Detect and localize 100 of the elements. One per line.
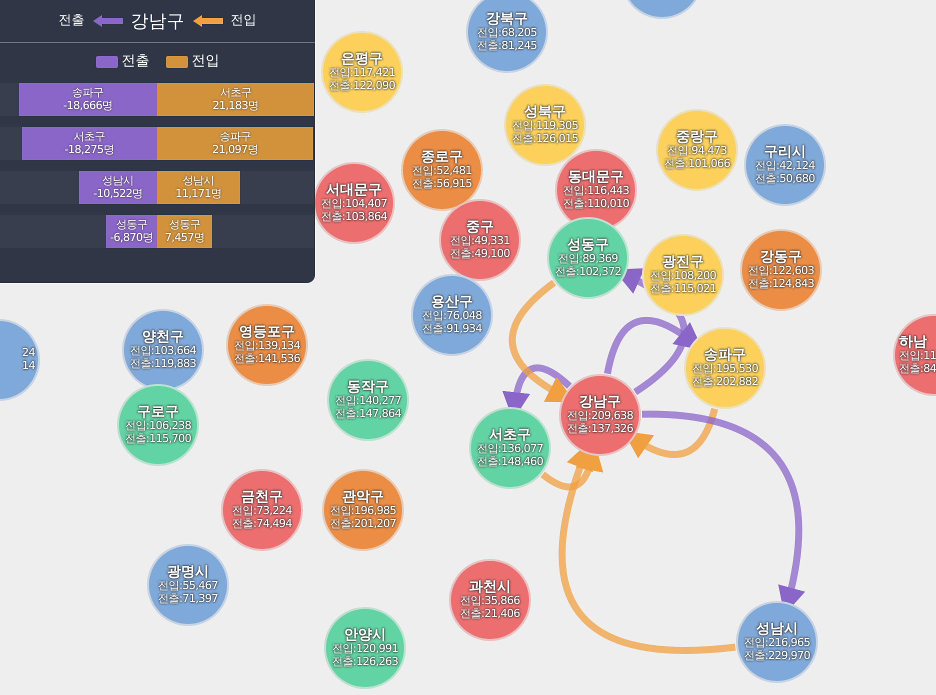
district-name: 안양시 <box>344 627 386 644</box>
district-name: 성동구 <box>567 237 609 254</box>
stat-text: 전출:91,934 <box>422 323 482 336</box>
stat-text: 전입:136,077 <box>476 443 544 456</box>
stat-text: 전입:116,443 <box>562 185 630 198</box>
stat-text: 전입:35,866 <box>460 595 520 608</box>
stat-text: 전출:71,397 <box>158 593 218 606</box>
stat-text: 전출:119,883 <box>130 358 196 371</box>
stat-text: 전출:21,406 <box>460 608 520 621</box>
stat-text: 전입:120,991 <box>332 643 398 656</box>
inflow-bar: 송파구 21,097명 <box>157 127 314 160</box>
stat-text: 전출:84 <box>899 363 936 376</box>
district-name: 동작구 <box>347 379 389 396</box>
outflow-bar: 송파구 -18,666명 <box>18 83 157 116</box>
arrow-icon <box>192 15 222 27</box>
stat-text: 전출:74,494 <box>232 518 292 531</box>
stat-text: 전입:73,224 <box>232 505 292 518</box>
stat-text: 전출:126,263 <box>332 656 398 669</box>
district-name: 강동구 <box>760 249 802 266</box>
flow-label: 전출 <box>58 12 84 30</box>
district-name: 구리시 <box>764 144 806 160</box>
stat-text: 전입:104,407 <box>320 198 388 212</box>
stat-text: 전입:196,985 <box>330 505 396 518</box>
stat-text: 전입:55,467 <box>158 580 218 594</box>
district-name: 종로구 <box>421 149 463 166</box>
district-name: 용산구 <box>431 294 473 310</box>
district-name: 중구 <box>466 219 494 236</box>
stat-text: 전입:103,664 <box>130 345 196 358</box>
district-name: 강북구 <box>486 11 528 28</box>
district-name: 과천시 <box>469 579 511 596</box>
stat-text: 전입:117,421 <box>328 67 396 80</box>
stat-text: 전출:103,864 <box>320 211 388 224</box>
inflow-bar: 서초구 21,183명 <box>157 83 314 116</box>
stat-text: 전입:68,205 <box>477 27 537 40</box>
district-name: 구로구 <box>137 404 179 420</box>
arrow-icon <box>92 15 122 27</box>
stat-text: 전출:148,460 <box>476 456 544 469</box>
stat-text: 전출:101,066 <box>664 158 730 171</box>
stat-text: 전출:56,915 <box>412 178 472 191</box>
stat-text: 전출:115,700 <box>124 433 192 446</box>
flow-label: 전입 <box>230 12 256 30</box>
district-name: 성남시 <box>756 621 798 638</box>
stat-text: 전입:195,530 <box>692 363 758 376</box>
district-name: 영등포구 <box>239 324 295 340</box>
stat-text: 전출:50,680 <box>755 173 815 186</box>
district-name: 광진구 <box>662 254 704 270</box>
stat-text: 전출:81,245 <box>477 40 537 53</box>
stat-text: 전입:11 <box>899 350 936 364</box>
stat-text: 전출:124,843 <box>748 278 814 291</box>
stat-text: 전입:209,638 <box>566 410 634 424</box>
stat-text: 전출:147,864 <box>334 408 402 421</box>
stat-text: 전입:76,048 <box>422 310 482 324</box>
stat-text: 전입:52,481 <box>412 165 472 178</box>
district-name: 중랑구 <box>676 129 718 146</box>
district-title: 강남구 <box>130 10 184 34</box>
district-name: 서대문구 <box>326 182 382 198</box>
district-name: 송파구 <box>704 347 746 364</box>
stat-text: 24 <box>22 347 35 360</box>
district-name: 하남 <box>899 334 927 350</box>
district-name: 성북구 <box>524 104 566 120</box>
district-name: 동대문구 <box>568 169 624 186</box>
stat-text: 전출:49,100 <box>450 248 510 261</box>
district-name: 관악구 <box>342 489 384 506</box>
stat-text: 14 <box>22 360 35 373</box>
stat-text: 전입:106,238 <box>124 420 192 434</box>
district-name: 금천구 <box>241 489 283 506</box>
stat-text: 전입:89,369 <box>558 253 618 266</box>
district-name: 강남구 <box>579 394 621 410</box>
stat-text: 전출:126,015 <box>512 133 578 146</box>
inflow-bar: 성동구 7,457명 <box>157 215 212 248</box>
district-name: 서초구 <box>489 427 531 444</box>
inflow-bar: 성남시 11,171명 <box>157 171 240 204</box>
district-name: 은평구 <box>341 51 383 68</box>
stat-text: 전출:201,207 <box>330 518 396 531</box>
outflow-bar: 서초구 -18,275명 <box>22 127 157 160</box>
stat-text: 전입:216,965 <box>744 637 810 650</box>
stat-text: 전입:122,603 <box>748 265 814 278</box>
stat-text: 전출:229,970 <box>744 650 810 663</box>
legend-label: 전출 <box>122 52 150 71</box>
stat-text: 전입:49,331 <box>450 235 510 248</box>
stat-text: 전출:141,536 <box>234 353 300 366</box>
stat-text: 전출:122,090 <box>328 80 396 93</box>
stat-text: 전출:202,882 <box>692 376 758 389</box>
stat-text: 전출:137,326 <box>566 423 634 436</box>
stat-text: 전입:108,200 <box>650 270 716 284</box>
outflow-bar: 성남시 -10,522명 <box>78 171 157 204</box>
stat-text: 전입:42,124 <box>755 160 815 174</box>
stat-text: 전입:140,277 <box>334 395 402 408</box>
district-name: 광명시 <box>167 564 209 580</box>
stat-text: 전입:139,134 <box>234 340 300 354</box>
legend-label: 전입 <box>192 52 220 71</box>
legend-swatch <box>96 56 118 68</box>
outflow-bar: 성동구 -6,870명 <box>106 215 157 248</box>
district-name: 양천구 <box>142 329 184 346</box>
legend-swatch <box>166 56 188 68</box>
stat-text: 전출:115,021 <box>650 283 716 296</box>
stat-text: 전입:94,473 <box>667 145 727 158</box>
stat-text: 전출:110,010 <box>562 198 630 211</box>
stat-text: 전출:102,372 <box>554 266 622 279</box>
stat-text: 전입:119,305 <box>512 120 578 134</box>
